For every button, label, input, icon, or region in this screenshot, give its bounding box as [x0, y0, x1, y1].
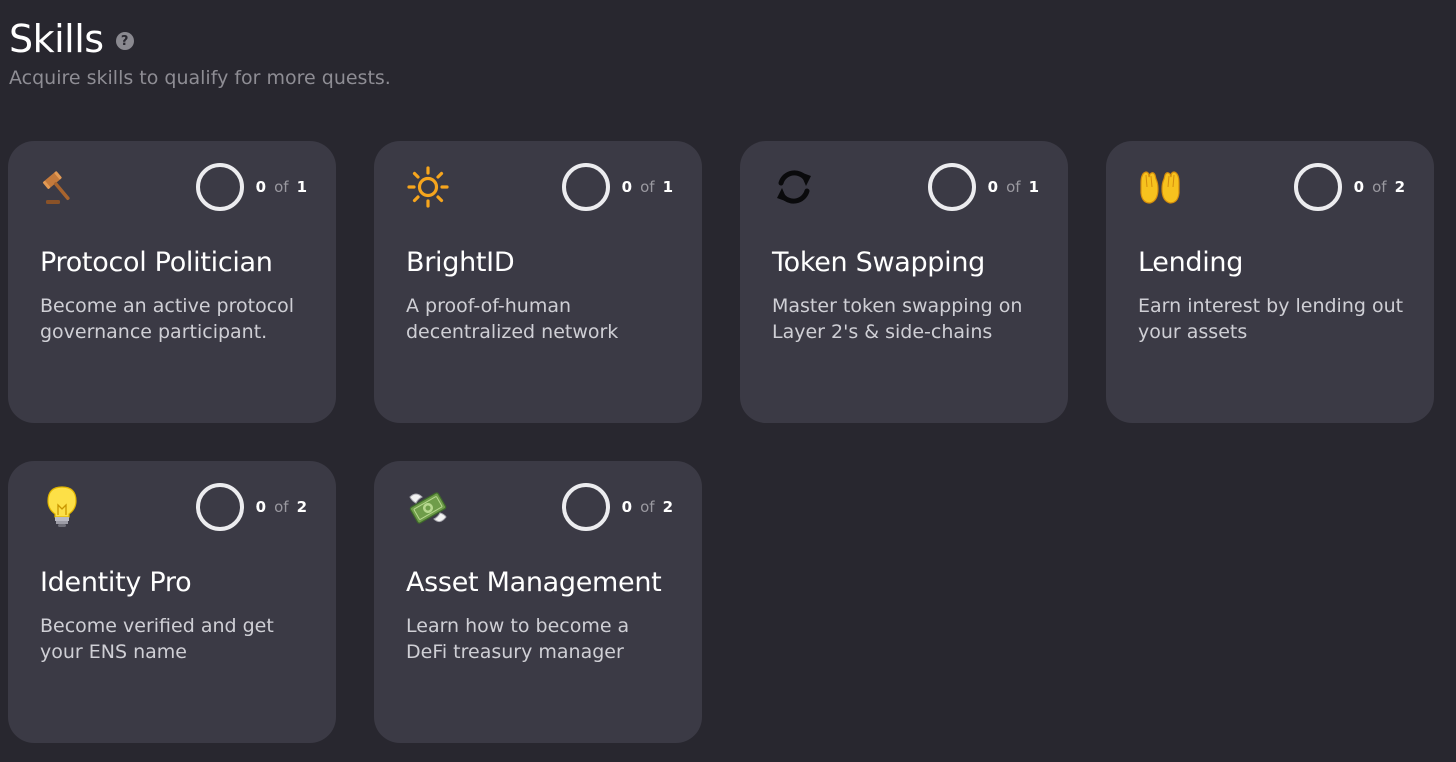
- progress-of: of: [274, 498, 289, 516]
- skill-progress: 0 of 1: [195, 163, 307, 211]
- progress-total: 1: [662, 178, 673, 196]
- progress-current: 0: [1353, 178, 1365, 196]
- page-header: Skills ? Acquire skills to qualify for m…: [9, 14, 391, 90]
- skill-progress: 0 of 1: [927, 163, 1039, 211]
- progress-total: 2: [296, 498, 307, 516]
- skills-grid: 0 of 1 Protocol Politician Become an act…: [8, 141, 1434, 743]
- progress-of: of: [640, 498, 655, 516]
- skill-description: A proof-of-human decentralized network: [406, 295, 619, 343]
- page-title: Skills: [9, 17, 104, 61]
- lightbulb-icon: [40, 485, 84, 529]
- skill-card-brightid[interactable]: 0 of 1 BrightID A proof-of-human decentr…: [374, 141, 702, 423]
- progress-current: 0: [987, 178, 999, 196]
- skill-progress: 0 of 2: [195, 483, 307, 531]
- progress-of: of: [640, 178, 655, 196]
- skill-title: Asset Management: [406, 567, 662, 598]
- progress-ring: [1293, 163, 1342, 211]
- progress-total: 1: [1028, 178, 1039, 196]
- progress-of: of: [1372, 178, 1387, 196]
- skill-progress: 0 of 2: [1293, 163, 1405, 211]
- skill-card-asset-management[interactable]: 0 of 2 Asset Management Learn how to bec…: [374, 461, 702, 743]
- progress-of: of: [1006, 178, 1021, 196]
- progress-ring: [927, 163, 976, 211]
- skill-title: BrightID: [406, 247, 515, 278]
- progress-total: 2: [662, 498, 673, 516]
- open-hands-icon: [1138, 165, 1182, 209]
- swap-arrows-icon: [772, 165, 816, 209]
- skill-card-lending[interactable]: 0 of 2 Lending Earn interest by lending …: [1106, 141, 1434, 423]
- title-row: Skills ?: [9, 14, 391, 64]
- skill-card-protocol-politician[interactable]: 0 of 1 Protocol Politician Become an act…: [8, 141, 336, 423]
- skill-progress: 0 of 1: [561, 163, 673, 211]
- skill-title: Token Swapping: [772, 247, 985, 278]
- money-wings-icon: [406, 485, 450, 529]
- progress-ring: [195, 163, 244, 211]
- skill-title: Identity Pro: [40, 567, 192, 598]
- skill-title: Protocol Politician: [40, 247, 273, 278]
- progress-current: 0: [621, 498, 633, 516]
- skill-progress: 0 of 2: [561, 483, 673, 531]
- skill-description: Master token swapping on Layer 2's & sid…: [772, 295, 1023, 343]
- page-subtitle: Acquire skills to qualify for more quest…: [9, 67, 391, 89]
- progress-ring: [561, 483, 610, 531]
- skill-description: Become verified and get your ENS name: [40, 615, 274, 663]
- skill-description: Become an active protocol governance par…: [40, 295, 295, 343]
- progress-current: 0: [255, 498, 267, 516]
- progress-current: 0: [621, 178, 633, 196]
- progress-ring: [561, 163, 610, 211]
- help-icon[interactable]: ?: [115, 32, 134, 50]
- skill-card-token-swapping[interactable]: 0 of 1 Token Swapping Master token swapp…: [740, 141, 1068, 423]
- progress-of: of: [274, 178, 289, 196]
- progress-total: 1: [296, 178, 307, 196]
- gavel-icon: [40, 165, 84, 209]
- progress-current: 0: [255, 178, 267, 196]
- progress-ring: [195, 483, 244, 531]
- skill-description: Learn how to become a DeFi treasury mana…: [406, 615, 630, 663]
- sun-icon: [406, 165, 450, 209]
- skill-description: Earn interest by lending out your assets: [1138, 295, 1404, 343]
- progress-total: 2: [1394, 178, 1405, 196]
- skill-card-identity-pro[interactable]: 0 of 2 Identity Pro Become verified and …: [8, 461, 336, 743]
- skill-title: Lending: [1138, 247, 1244, 278]
